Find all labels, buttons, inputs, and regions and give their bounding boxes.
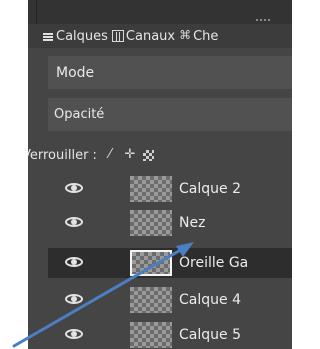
annotation-arrow	[12, 242, 194, 348]
